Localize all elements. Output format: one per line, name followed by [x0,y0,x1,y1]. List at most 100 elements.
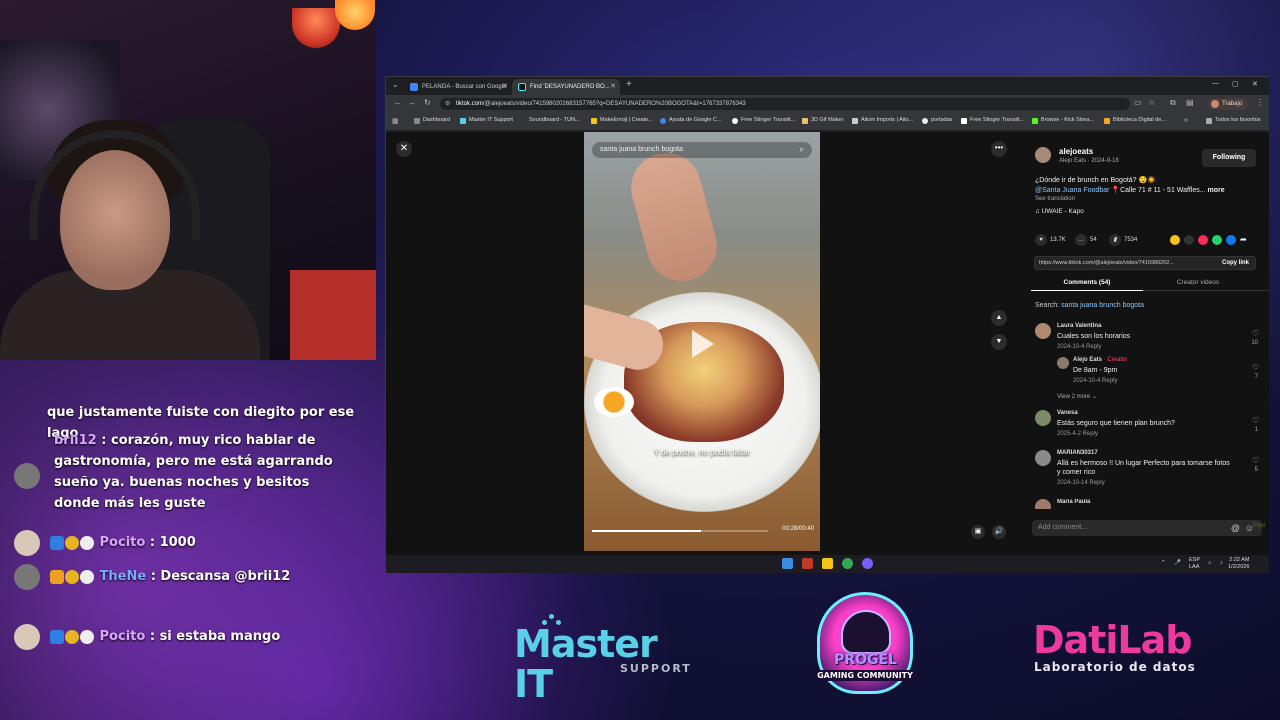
bookmark[interactable]: Soundboard - TUN... [520,117,580,124]
comment-author[interactable]: Alejo Eats · Creator [1073,357,1127,363]
close-window-button[interactable]: ✕ [1252,80,1258,88]
embed-icon[interactable] [1184,235,1194,245]
video-progress-bar[interactable] [592,530,768,532]
add-comment-input[interactable]: Add comment... @ ☺ [1032,520,1262,536]
tab-comments[interactable]: Comments (54) [1032,279,1142,286]
bookmark[interactable]: portadas [922,117,952,124]
mention-link[interactable]: @Santa Juana Foodbar [1035,187,1109,194]
video-search-pill[interactable]: santa juana brunch bogota ⌕ [592,142,812,158]
next-video-button[interactable]: ▼ [991,334,1007,350]
all-bookmarks[interactable]: Todos los favoritos [1206,117,1261,124]
clock[interactable]: 2:22 AM 1/2/2026 [1228,557,1249,571]
more-link[interactable]: more [1208,187,1225,194]
comment-meta[interactable]: 2024-10-14 Reply [1057,480,1105,486]
share-arrow-icon[interactable]: ➦ [1240,235,1250,245]
facebook-icon[interactable] [1226,235,1236,245]
picture-in-picture-icon[interactable]: ▣ [971,525,985,539]
whatsapp-icon[interactable] [1212,235,1222,245]
bookmark[interactable]: Biblioteca Digital de... [1104,117,1166,124]
like-comment-icon[interactable]: ♡ [1252,329,1259,338]
bookmark[interactable]: Aitum Imports | Aitu... [852,117,913,124]
extensions-icon[interactable]: ⧉ [1170,98,1176,108]
bookmark[interactable]: Master IT Support [460,117,513,124]
copy-link-button[interactable]: Copy link [1222,257,1249,269]
previous-video-button[interactable]: ▲ [991,310,1007,326]
send-icon[interactable] [1198,235,1208,245]
bookmark[interactable]: 3D Gif Maker [802,117,843,124]
tab-groups-icon[interactable]: ▤ [1186,98,1194,107]
avatar[interactable] [1035,450,1051,466]
app-icon[interactable] [802,558,813,569]
bookmark[interactable]: Free Stinger Transiti... [732,117,795,124]
start-icon[interactable] [782,558,793,569]
tab-creator-videos[interactable]: Creator videos [1143,279,1253,286]
following-button[interactable]: Following [1202,149,1256,167]
avatar[interactable] [1057,357,1069,369]
like-comment-icon[interactable]: ♡ [1252,416,1259,425]
network-icon[interactable]: ⌂ [1208,560,1211,567]
tab-google[interactable]: PELANGA - Buscar con Google ✕ [404,79,512,95]
app-icon[interactable] [862,558,873,569]
view-more-replies[interactable]: View 2 more ⌄ [1057,393,1097,400]
language-indicator[interactable]: ESP LAA [1189,557,1200,571]
avatar[interactable] [1035,410,1051,426]
comment-button[interactable]: … 54 [1075,234,1097,246]
bookmark[interactable]: Dashboard [414,117,450,124]
profile-button[interactable]: Trabajo [1208,98,1249,110]
comment-meta[interactable]: 2024-10-4 Reply [1073,378,1117,384]
avatar[interactable] [1035,147,1051,163]
comment-search[interactable]: Search: santa juana brunch bogota [1035,302,1144,309]
comment-meta[interactable]: 2025-4-2 Reply [1057,431,1098,437]
mic-icon[interactable]: 🎤 [1174,560,1181,567]
author-name[interactable]: alejoeats [1059,147,1093,156]
bookmark[interactable]: Ayuda de Google C... [660,117,722,124]
reload-icon[interactable]: ↻ [424,98,431,107]
mention-icon[interactable]: @ [1231,520,1240,536]
more-bookmarks-icon[interactable]: » [1184,117,1188,124]
bookmark-star-icon[interactable]: ☆ [1148,98,1155,107]
cast-icon[interactable]: ▭ [1134,98,1142,107]
avatar[interactable] [1035,323,1051,339]
apps-icon[interactable]: ▦ [392,117,399,125]
close-tab-icon[interactable]: ✕ [502,79,508,95]
more-options-button[interactable]: ••• [991,141,1007,157]
bookmark[interactable]: Free Stinger Transiti... [961,117,1024,124]
post-button[interactable]: Post [1253,523,1265,529]
tab-tiktok[interactable]: Find 'DESAYUNADERO BO... ✕ [512,79,620,95]
chrome-icon[interactable] [842,558,853,569]
toolbar: ← → ↻ ⚙ tiktok.com/@alejoeats/video/7415… [386,95,1269,113]
menu-icon[interactable]: ⋮ [1256,98,1264,107]
comment-author[interactable]: Maria Paula [1057,499,1090,505]
comment-author[interactable]: Laura Valentina [1057,323,1101,329]
tab-search-icon[interactable]: ⌄ [392,80,399,89]
helmet-icon [841,610,891,654]
address-bar[interactable]: ⚙ tiktok.com/@alejoeats/video/7415980202… [440,98,1130,110]
see-translation-link[interactable]: See translation [1035,196,1075,202]
comment-author[interactable]: MARIAN30317 [1057,450,1098,456]
tray-chevron-icon[interactable]: ⌃ [1161,560,1166,567]
close-video-button[interactable]: ✕ [396,141,412,157]
like-button[interactable]: ♥ 13.7K [1035,234,1066,246]
play-icon[interactable] [692,330,714,358]
volume-icon[interactable]: ♪ [1220,560,1223,567]
like-comment-icon[interactable]: ♡ [1252,456,1259,465]
bookmark[interactable]: MakeEmoji | Create... [591,117,653,124]
music-link[interactable]: ♫ UWAIE - Kapo [1035,208,1084,215]
close-tab-icon[interactable]: ✕ [610,79,616,95]
bookmark[interactable]: Browse - Kick Strea... [1032,117,1094,124]
back-icon[interactable]: ← [394,98,402,107]
avatar[interactable] [1035,499,1051,509]
share-icon[interactable] [1170,235,1180,245]
video-player[interactable]: santa juana brunch bogota ⌕ Y de postre,… [584,132,820,551]
comment-author[interactable]: Vanesa [1057,410,1078,416]
comment-meta[interactable]: 2024-10-4 Reply [1057,344,1101,350]
volume-icon[interactable]: 🔊 [992,525,1006,539]
maximize-button[interactable]: ▢ [1232,80,1239,88]
site-info-icon: ⚙ [445,101,451,107]
save-button[interactable]: ▮ 7534 [1109,234,1137,246]
folder-icon[interactable] [822,558,833,569]
new-tab-button[interactable]: + [626,79,632,90]
forward-icon[interactable]: → [408,98,416,107]
like-comment-icon[interactable]: ♡ [1252,363,1259,372]
minimize-button[interactable]: — [1212,80,1219,87]
